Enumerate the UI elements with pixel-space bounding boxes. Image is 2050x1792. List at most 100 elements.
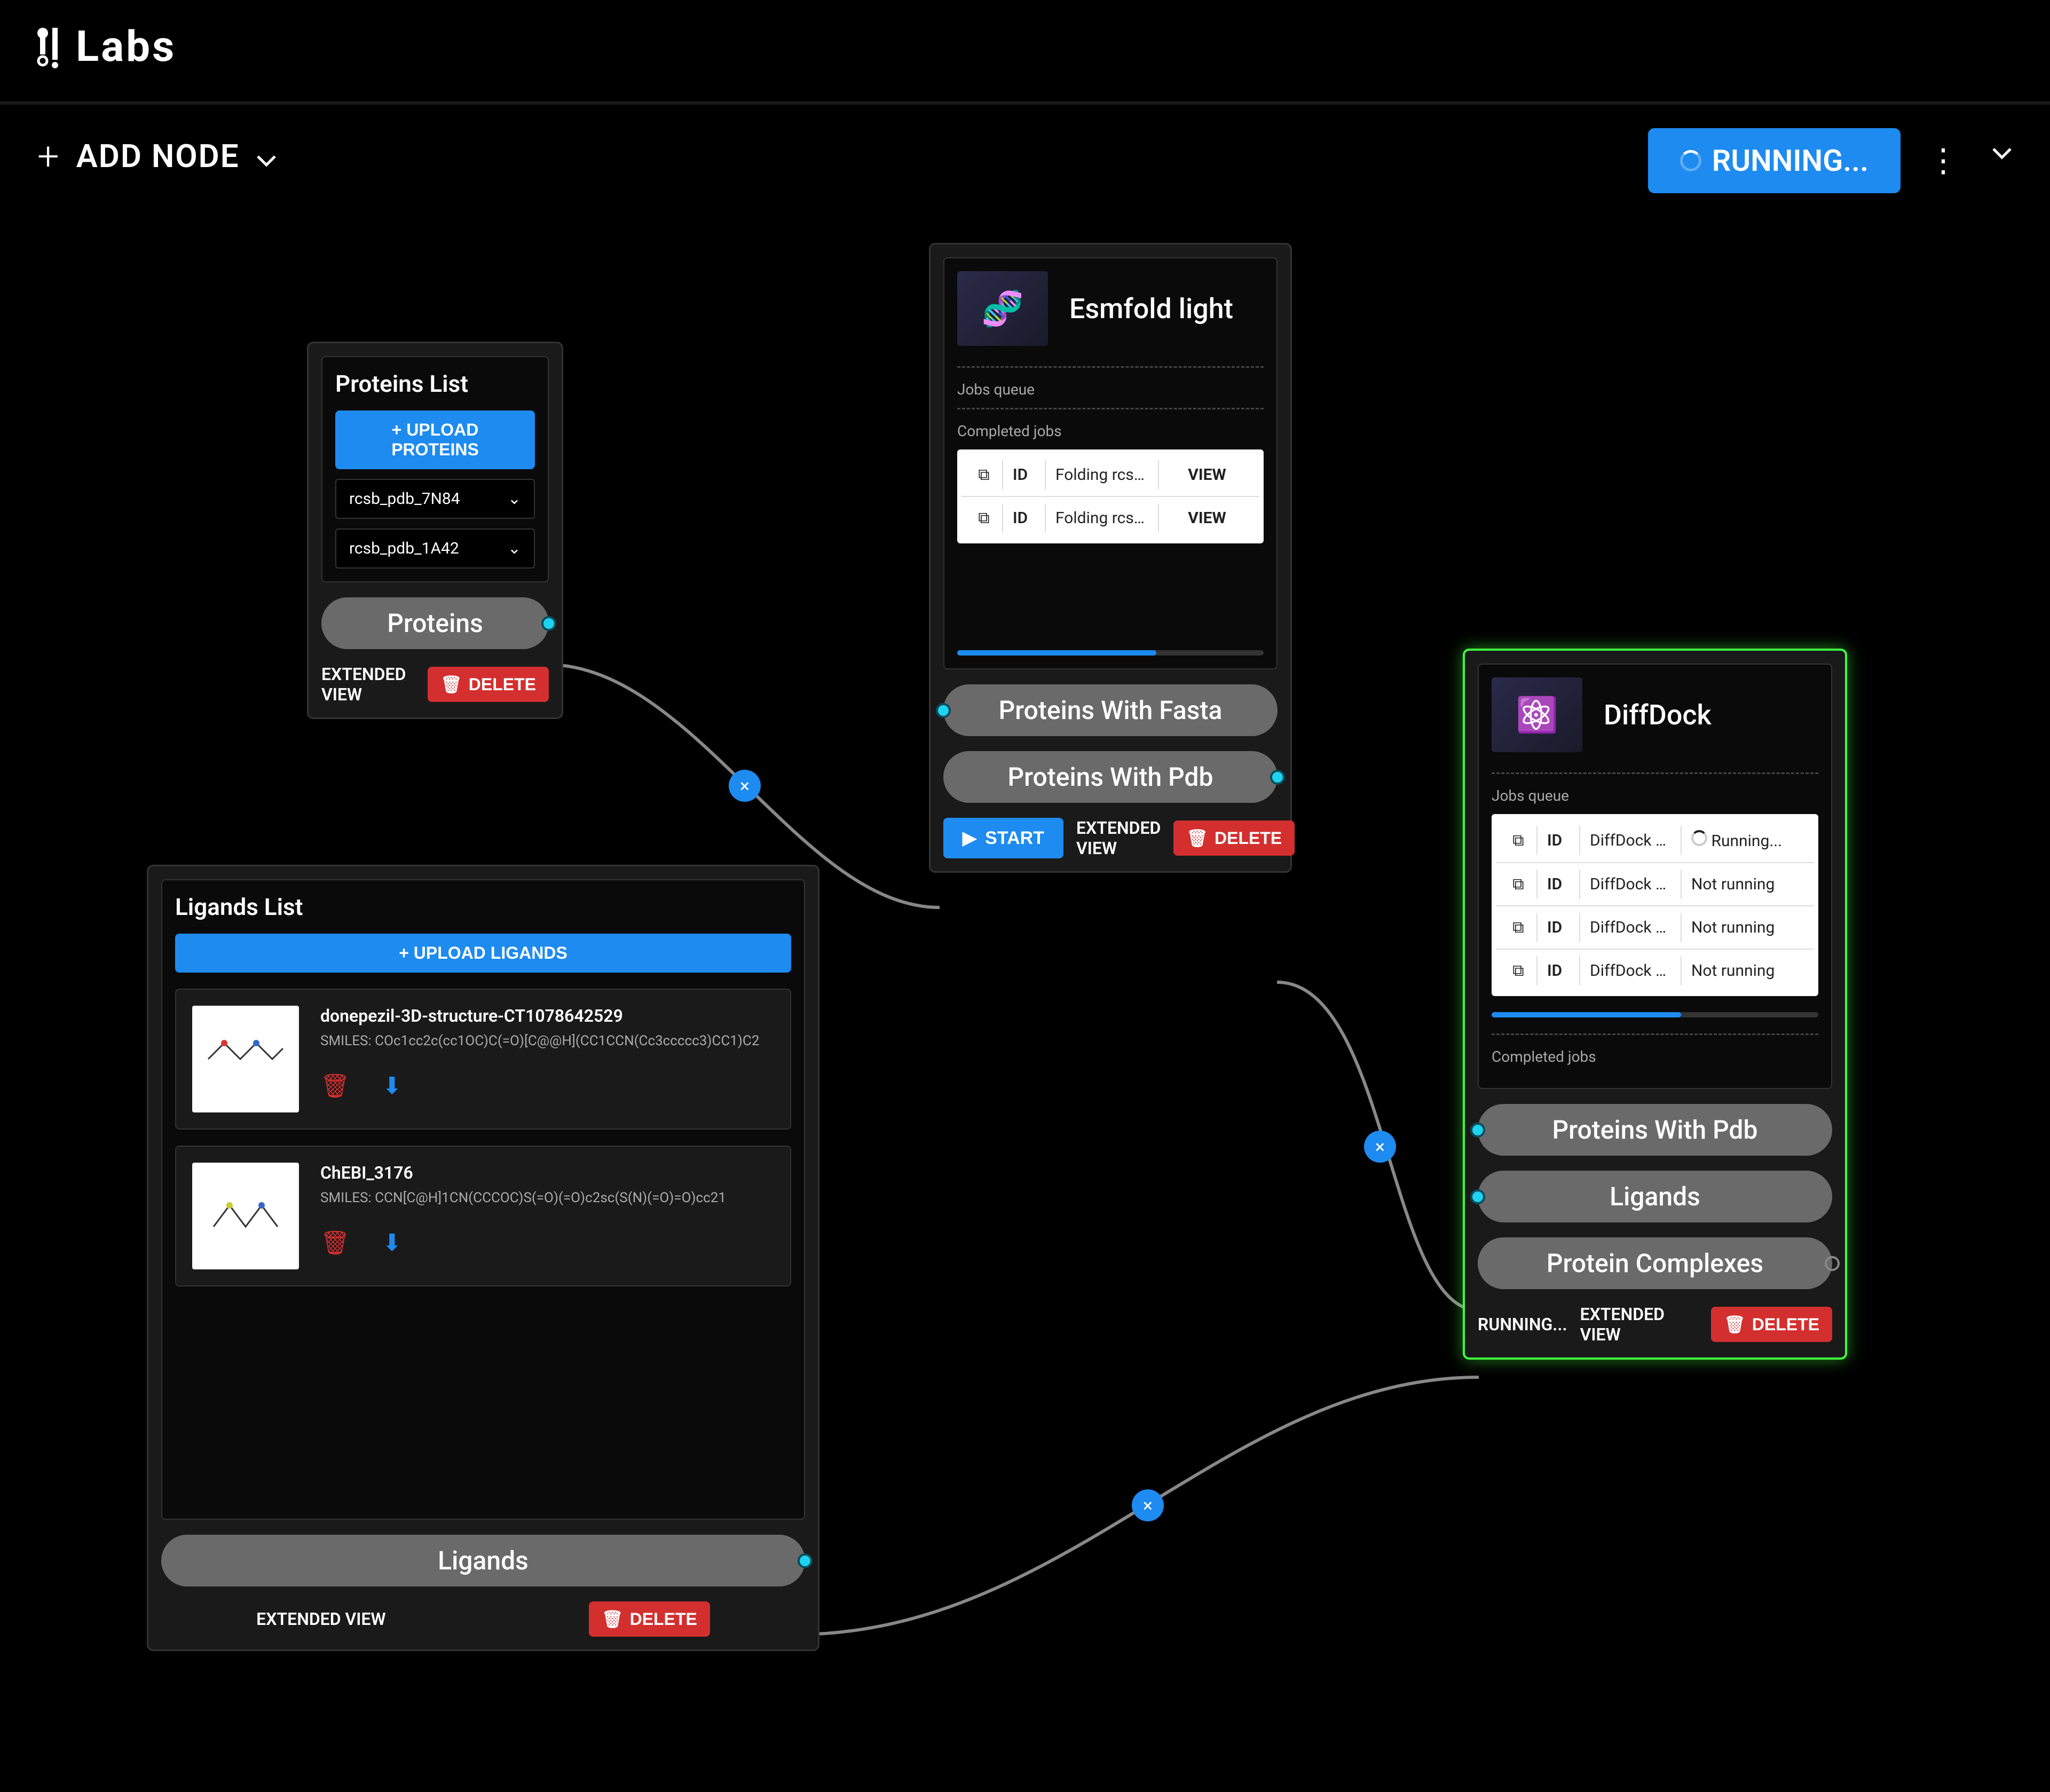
copy-icon[interactable]: ⧉	[966, 460, 1003, 490]
copy-icon[interactable]: ⧉	[1500, 956, 1538, 985]
topbar-divider	[0, 101, 2050, 105]
add-node-label: ADD NODE	[76, 137, 240, 175]
ligand-thumbnail	[192, 1163, 299, 1269]
upload-ligands-button[interactable]: + UPLOAD LIGANDS	[175, 934, 791, 973]
ligand-name: ChEBI_3176	[320, 1163, 774, 1183]
view-button[interactable]: VIEW	[1159, 503, 1255, 533]
more-vert-icon[interactable]: ⋮	[1927, 141, 1959, 179]
view-button[interactable]: VIEW	[1159, 460, 1255, 490]
download-icon[interactable]: ⬇	[382, 1229, 402, 1257]
extended-view-button[interactable]: EXTENDED VIEW	[1076, 818, 1161, 858]
job-row: ⧉ ID DiffDock rc... Not running	[1496, 863, 1814, 906]
brand-text: Labs	[76, 21, 176, 72]
trash-icon: 🗑	[440, 674, 462, 694]
job-id-col: ID	[1003, 503, 1046, 533]
port-label: Ligands	[1610, 1181, 1700, 1212]
esmfold-thumbnail: 🧬	[957, 271, 1048, 346]
port-dot-icon[interactable]	[1825, 1256, 1840, 1271]
top-running-button[interactable]: RUNNING...	[1648, 128, 1901, 193]
trash-icon: 🗑	[1186, 828, 1208, 848]
ligands-list-node[interactable]: Ligands List + UPLOAD LIGANDS donepezil-…	[147, 865, 819, 1651]
delete-button[interactable]: 🗑 DELETE	[1173, 820, 1295, 856]
copy-icon[interactable]: ⧉	[1500, 913, 1538, 942]
esmfold-node[interactable]: 🧬 Esmfold light Jobs queue Completed job…	[929, 243, 1292, 873]
delete-button[interactable]: 🗑 DELETE	[428, 667, 549, 702]
trash-icon: 🗑	[602, 1609, 624, 1629]
delete-button[interactable]: 🗑 DELETE	[1711, 1307, 1832, 1342]
chevron-down-icon: ⌄	[508, 539, 521, 558]
job-status: Not running	[1682, 956, 1810, 985]
ligand-smiles: SMILES: COc1cc2c(cc1OC)C(=O)[C@@H](CC1CC…	[320, 1031, 774, 1051]
proteins-output-port[interactable]: Proteins	[321, 597, 549, 649]
start-button[interactable]: ▶ START	[943, 818, 1063, 858]
job-id-col: ID	[1538, 913, 1580, 942]
port-dot-icon[interactable]	[1470, 1123, 1485, 1138]
diffdock-node[interactable]: ⚛️ DiffDock Jobs queue ⧉ ID DiffDock rc.…	[1463, 649, 1847, 1360]
pdb-output-port[interactable]: Proteins With Pdb	[943, 751, 1278, 803]
job-status: Not running	[1682, 870, 1810, 899]
port-dot-icon[interactable]	[936, 703, 951, 718]
ligands-title: Ligands List	[175, 893, 791, 921]
extended-view-button[interactable]: EXTENDED VIEW	[321, 664, 415, 705]
add-node-button[interactable]: + ADD NODE	[37, 133, 277, 179]
port-label: Proteins With Pdb	[1008, 762, 1213, 792]
protein-item-1[interactable]: rcsb_pdb_1A42 ⌄	[335, 528, 535, 569]
trash-icon[interactable]: 🗑	[320, 1229, 350, 1257]
extended-view-button[interactable]: EXTENDED VIEW	[1580, 1304, 1699, 1345]
divider	[957, 408, 1264, 409]
proteins-list-node[interactable]: Proteins List + UPLOAD PROTEINS rcsb_pdb…	[307, 342, 563, 719]
port-label: Proteins	[387, 608, 483, 638]
diffdock-thumbnail: ⚛️	[1492, 677, 1582, 752]
chevron-down-icon: ⌄	[508, 490, 521, 508]
port-label: Ligands	[438, 1545, 529, 1576]
copy-icon[interactable]: ⧉	[1500, 826, 1538, 855]
trash-icon[interactable]: 🗑	[320, 1072, 350, 1100]
port-dot-icon[interactable]	[1470, 1189, 1485, 1204]
job-name: Folding rcsb...	[1046, 503, 1159, 533]
completed-jobs-label: Completed jobs	[957, 422, 1264, 440]
ligand-name: donepezil-3D-structure-CT1078642529	[320, 1006, 774, 1026]
delete-button[interactable]: 🗑 DELETE	[589, 1601, 710, 1637]
ligands-output-port[interactable]: Ligands	[161, 1535, 805, 1586]
top-caret-icon[interactable]	[1991, 147, 2013, 162]
ligands-input-port[interactable]: Ligands	[1478, 1171, 1832, 1222]
trash-icon: 🗑	[1724, 1314, 1746, 1335]
port-dot-icon[interactable]	[541, 616, 556, 631]
port-label: Protein Complexes	[1547, 1248, 1763, 1278]
extended-view-button[interactable]: EXTENDED VIEW	[256, 1609, 385, 1629]
running-status-label: RUNNING...	[1478, 1314, 1567, 1335]
upload-proteins-button[interactable]: + UPLOAD PROTEINS	[335, 410, 535, 469]
pdb-input-port[interactable]: Proteins With Pdb	[1478, 1104, 1832, 1156]
esmfold-progress	[957, 650, 1264, 656]
diffdock-progress	[1492, 1012, 1818, 1017]
diffdock-title: DiffDock	[1604, 699, 1712, 731]
jobs-queue-label: Jobs queue	[957, 381, 1264, 398]
download-icon[interactable]: ⬇	[382, 1072, 402, 1100]
ligand-thumbnail	[192, 1006, 299, 1112]
running-label: RUNNING...	[1712, 143, 1868, 178]
port-label: Proteins With Pdb	[1552, 1115, 1758, 1145]
fasta-input-port[interactable]: Proteins With Fasta	[943, 684, 1278, 736]
plus-icon: +	[37, 133, 60, 179]
completed-jobs-list: ⧉ ID Folding rcsb... VIEW ⧉ ID Folding r…	[957, 449, 1264, 543]
complexes-output-port[interactable]: Protein Complexes	[1478, 1237, 1832, 1289]
brand-logo: Labs	[32, 21, 176, 72]
protein-item-0[interactable]: rcsb_pdb_7N84 ⌄	[335, 479, 535, 519]
delete-label: DELETE	[630, 1609, 697, 1629]
port-dot-icon[interactable]	[1270, 770, 1285, 785]
ligand-card: ChEBI_3176 SMILES: CCN[C@H]1CN(CCCOC)S(=…	[175, 1146, 791, 1286]
job-row: ⧉ ID Folding rcsb... VIEW	[961, 454, 1259, 497]
copy-icon[interactable]: ⧉	[966, 503, 1003, 533]
delete-label: DELETE	[1752, 1315, 1819, 1335]
job-name: DiffDock rc...	[1580, 956, 1682, 985]
job-status: Running...	[1682, 825, 1810, 856]
svg-text:×: ×	[1143, 1495, 1153, 1517]
play-icon: ▶	[963, 827, 976, 849]
port-dot-icon[interactable]	[798, 1553, 813, 1568]
copy-icon[interactable]: ⧉	[1500, 870, 1538, 899]
divider	[1492, 772, 1818, 774]
job-name: DiffDock rc...	[1580, 826, 1682, 855]
job-name: DiffDock rc...	[1580, 870, 1682, 899]
divider	[1492, 1033, 1818, 1035]
job-name: Folding rcsb...	[1046, 460, 1159, 490]
